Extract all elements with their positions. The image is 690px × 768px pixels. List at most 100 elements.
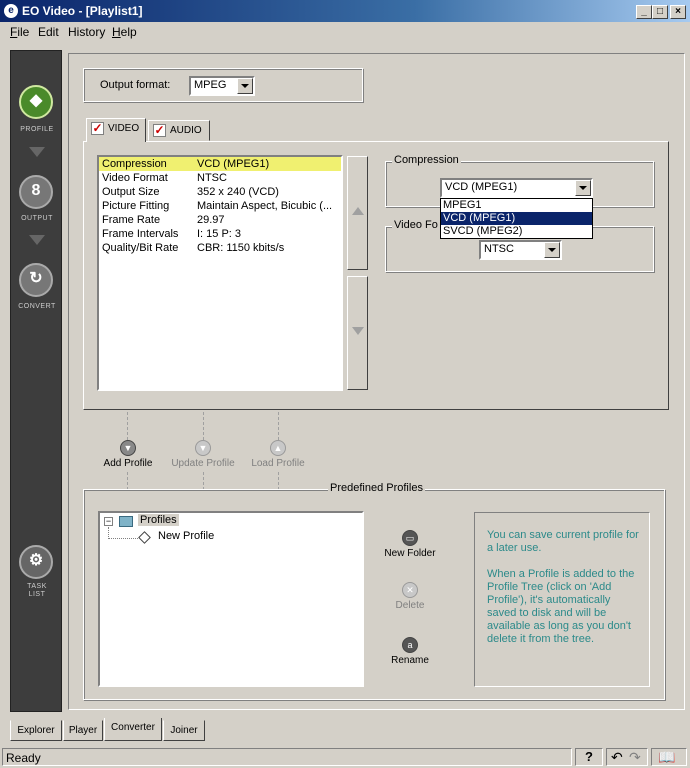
window-title: EO Video - [Playlist1] (22, 4, 143, 18)
list-item[interactable]: Compression VCD (MPEG1) (99, 157, 341, 171)
rename-label: Rename (391, 655, 429, 666)
tree-root-label[interactable]: Profiles (138, 514, 179, 526)
compression-value: VCD (MPEG1) (445, 181, 518, 193)
chevron-down-icon[interactable] (237, 78, 253, 94)
tree-line (108, 538, 138, 539)
chevron-down-icon[interactable] (575, 180, 591, 196)
tree-item-new-profile[interactable]: New Profile (158, 530, 214, 542)
rename-button[interactable]: a Rename (370, 637, 450, 666)
check-icon[interactable]: ✓ (153, 124, 166, 137)
list-item[interactable]: Frame Rate 29.97 (99, 213, 341, 227)
dropdown-option[interactable]: MPEG1 (441, 199, 592, 212)
status-panel: Ready (2, 748, 572, 766)
connector-line (278, 412, 279, 440)
sidebar-output-label: OUTPUT (21, 215, 53, 222)
video-format-select[interactable]: NTSC (479, 240, 562, 260)
close-button[interactable]: × (670, 5, 686, 19)
tab-audio-label: AUDIO (170, 125, 202, 137)
menu-bar: File Edit History Help (0, 22, 690, 42)
output-icon[interactable]: 8 (19, 175, 53, 209)
tab-player[interactable]: Player (63, 720, 103, 741)
output-format-value: MPEG (194, 79, 227, 91)
list-item[interactable]: Quality/Bit Rate CBR: 1150 kbits/s (99, 241, 341, 255)
delete-icon: ✕ (402, 582, 418, 598)
collapse-icon[interactable]: − (104, 517, 113, 526)
video-format-value: NTSC (484, 243, 514, 255)
title-bar: e EO Video - [Playlist1] _ □ × (0, 0, 690, 22)
list-item[interactable]: Picture Fitting Maintain Aspect, Bicubic … (99, 199, 341, 213)
move-up-button[interactable] (347, 156, 368, 270)
book-icon[interactable]: 📖 (658, 749, 675, 766)
menu-help[interactable]: Help (112, 25, 137, 39)
down-arrow-icon (29, 147, 45, 157)
compression-label: Compression (392, 154, 461, 166)
arrow-up-icon: ▲ (270, 440, 286, 456)
down-arrow-icon (29, 235, 45, 245)
sidebar-convert-label: CONVERT (18, 303, 56, 310)
menu-file[interactable]: File (10, 25, 29, 39)
list-item[interactable]: Frame Intervals I: 15 P: 3 (99, 227, 341, 241)
profiles-tree[interactable]: − Profiles New Profile (98, 511, 364, 687)
compression-select[interactable]: VCD (MPEG1) (440, 178, 593, 198)
minimize-button[interactable]: _ (636, 5, 652, 19)
connector-line (127, 472, 128, 490)
sidebar-profile-label: PROFILE (20, 126, 54, 133)
status-text: Ready (6, 751, 41, 765)
menu-history[interactable]: History (68, 25, 105, 39)
new-folder-button[interactable]: ▭ New Folder (370, 530, 450, 559)
up-arrow-icon (352, 207, 364, 215)
left-sidebar: ◆ PROFILE 8 OUTPUT ↻ CONVERT ⚙ TASK LIST (10, 50, 62, 712)
help-icon[interactable]: ? (575, 748, 603, 766)
output-format-label: Output format: (100, 79, 171, 91)
app-icon[interactable]: e (4, 4, 18, 18)
delete-button[interactable]: ✕ Delete (370, 582, 450, 611)
new-folder-label: New Folder (384, 548, 436, 559)
undo-icon[interactable]: ↶ (611, 749, 623, 766)
down-arrow-icon (352, 327, 364, 335)
info-text-1: You can save current profile for a later… (487, 529, 639, 554)
predefined-profiles-title: Predefined Profiles (328, 482, 425, 494)
load-profile-button[interactable]: ▲ Load Profile (238, 440, 318, 469)
tab-audio[interactable]: ✓ AUDIO (148, 120, 210, 141)
move-down-button[interactable] (347, 276, 368, 390)
undo-redo-panel: ↶ ↷ (606, 748, 648, 766)
add-profile-button[interactable]: ▼ Add Profile (88, 440, 168, 469)
add-profile-label: Add Profile (103, 458, 153, 469)
output-format-select[interactable]: MPEG (189, 76, 255, 96)
task-list-icon[interactable]: ⚙ (19, 545, 53, 579)
delete-label: Delete (395, 600, 425, 611)
connector-line (203, 412, 204, 440)
arrow-down-icon: ▼ (195, 440, 211, 456)
connector-line (127, 412, 128, 440)
status-bar: Ready ? ↶ ↷ 📖 (0, 746, 690, 768)
compression-dropdown[interactable]: MPEG1 VCD (MPEG1) SVCD (MPEG2) (440, 198, 593, 239)
profile-icon (138, 531, 151, 544)
sidebar-task-label: TASK (27, 583, 47, 590)
connector-line (203, 472, 204, 490)
tab-joiner[interactable]: Joiner (163, 720, 205, 741)
tab-explorer[interactable]: Explorer (10, 720, 62, 741)
sidebar-list-label: LIST (28, 591, 46, 598)
list-item[interactable]: Video Format NTSC (99, 171, 341, 185)
dropdown-option[interactable]: VCD (MPEG1) (441, 212, 592, 225)
video-properties-list[interactable]: Compression VCD (MPEG1) Video Format NTSC … (97, 155, 343, 391)
info-text-2: When a Profile is added to the Profile T… (487, 568, 635, 645)
maximize-button[interactable]: □ (652, 5, 668, 19)
folder-icon (119, 516, 133, 527)
tab-video[interactable]: ✓ VIDEO (86, 118, 146, 142)
profile-icon[interactable]: ◆ (19, 85, 53, 119)
tab-converter[interactable]: Converter (104, 718, 162, 741)
list-item[interactable]: Output Size 352 x 240 (VCD) (99, 185, 341, 199)
redo-icon[interactable]: ↷ (629, 749, 641, 766)
menu-edit[interactable]: Edit (38, 25, 59, 39)
rename-icon: a (402, 637, 418, 653)
update-profile-button[interactable]: ▼ Update Profile (163, 440, 243, 469)
convert-icon[interactable]: ↻ (19, 263, 53, 297)
dropdown-option[interactable]: SVCD (MPEG2) (441, 225, 592, 238)
tab-video-label: VIDEO (108, 123, 140, 135)
arrow-down-icon: ▼ (120, 440, 136, 456)
check-icon[interactable]: ✓ (91, 122, 104, 135)
book-panel: 📖 (651, 748, 687, 766)
chevron-down-icon[interactable] (544, 242, 560, 258)
update-profile-label: Update Profile (171, 458, 235, 469)
